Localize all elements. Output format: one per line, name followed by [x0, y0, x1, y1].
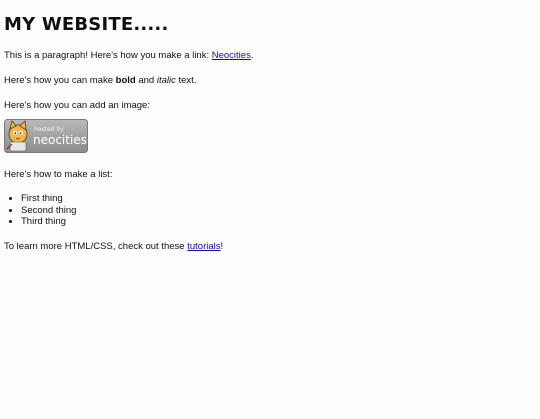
paragraph-link: This is a paragraph! Here's how you make…: [4, 49, 536, 62]
paragraph-text: This is a paragraph! Here's how you make…: [4, 50, 212, 61]
neocities-link[interactable]: Neocities: [212, 50, 251, 61]
paragraph-text: Here's how you can make: [4, 75, 116, 86]
italic-text: italic: [156, 75, 176, 86]
paragraph-image: Here's how you can add an image:: [4, 100, 150, 111]
paragraph-suffix: .: [250, 50, 254, 61]
paragraph-suffix: text.: [175, 75, 197, 86]
bold-text: bold: [115, 75, 136, 86]
badge-small-text: hosted by: [34, 126, 64, 133]
paragraph-suffix: !: [220, 240, 224, 252]
badge-big-text: neocities: [33, 133, 87, 147]
paragraph-text: To learn more HTML/CSS, check out these: [4, 240, 188, 252]
page-title: MY WEBSITE.....: [4, 14, 169, 35]
paragraph-formatting: Here's how you can make bold and italic …: [4, 74, 536, 87]
example-list: First thing Second thing Third thing: [4, 193, 536, 228]
list-item: First thing: [21, 193, 536, 205]
list-item: Second thing: [21, 205, 536, 217]
paragraph-text: and: [135, 75, 157, 86]
list-item: Third thing: [21, 216, 536, 228]
neocities-badge[interactable]: hosted by neocities: [4, 119, 88, 153]
tutorials-link[interactable]: tutorials: [187, 241, 220, 252]
paragraph-learn-more: To learn more HTML/CSS, check out these …: [4, 240, 536, 253]
paragraph-list-intro: Here's how to make a list:: [4, 169, 113, 180]
